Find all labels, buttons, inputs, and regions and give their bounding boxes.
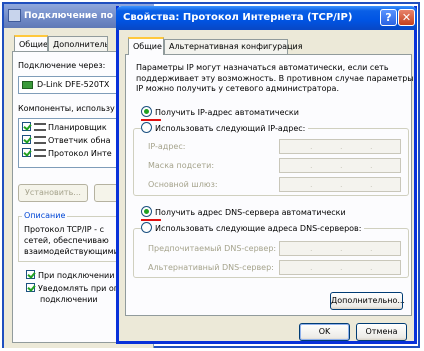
ip-separator: . [370,161,373,170]
description-text: Протокол TCP/IP - с сетей, обеспечиваю в… [24,224,119,257]
ip-auto-radio[interactable] [141,106,152,117]
ip-separator: . [310,263,313,272]
dns-auto-label: Получить адрес DNS-сервера автоматически [155,208,346,217]
ip-separator: . [310,244,313,253]
ip-auto-option[interactable]: Получить IP-адрес автоматически [141,106,299,119]
list-item[interactable]: Протокол Инте [22,148,112,160]
notify-checkbox[interactable] [26,283,35,292]
ip-separator: . [370,180,373,189]
dns-manual-option[interactable]: Использовать следующие адреса DNS-сервер… [141,222,365,235]
component-label: Протокол Инте [48,149,112,158]
tab-general[interactable]: Общие [128,37,164,55]
default-gateway-field[interactable]: ... [279,177,401,192]
dialog-title: Свойства: Протокол Интернета (TCP/IP) [123,12,353,23]
network-service-icon [34,136,46,144]
ip-separator: . [310,142,313,151]
ip-separator: . [340,244,343,253]
notify-label-continued: подключении [40,295,98,304]
ip-separator: . [340,142,343,151]
tab-alternate-config[interactable]: Альтернативная конфигурация [164,39,303,54]
show-icon-checkbox[interactable] [26,270,35,279]
component-checkbox[interactable] [22,122,31,131]
dns-manual-radio[interactable] [141,222,152,233]
ip-separator: . [340,161,343,170]
network-adapter-icon [22,81,33,89]
highlight-underline [141,119,161,121]
network-connection-icon [8,9,21,22]
advanced-button[interactable]: Дополнительно... [330,292,405,310]
ip-separator: . [310,161,313,170]
preferred-dns-label: Предпочитаемый DNS-сервер: [148,244,277,253]
show-icon-label: При подключении вы [38,271,129,280]
help-icon[interactable]: ? [380,9,397,26]
connect-using-label: Подключение через: [18,61,106,70]
intro-text: Параметры IP могут назначаться автоматич… [136,63,414,95]
default-gateway-label: Основной шлюз: [148,180,218,189]
back-tab-general[interactable]: Общие [14,35,48,52]
intro-line: поддерживает эту возможность. В противно… [136,73,414,83]
dialog-titlebar[interactable]: Свойства: Протокол Интернета (TCP/IP) ? … [116,6,417,30]
components-label: Компоненты, использу [18,104,115,113]
ip-separator: . [340,180,343,189]
ip-address-label: IP-адрес: [148,142,186,151]
ip-separator: . [310,180,313,189]
component-label: Планировщик [48,123,107,132]
alternate-dns-label: Альтернативный DNS-сервер: [148,263,274,272]
ip-auto-label: Получить IP-адрес автоматически [155,108,299,117]
component-checkbox[interactable] [22,148,31,157]
ip-manual-label: Использовать следующий IP-адрес: [155,124,306,133]
back-window-title: Подключение по л [24,11,123,21]
ip-separator: . [370,244,373,253]
network-protocol-icon [34,149,46,157]
install-button[interactable]: Установить... [18,184,88,202]
alternate-dns-field[interactable]: ... [279,260,401,275]
description-legend: Описание [22,210,68,222]
subnet-mask-label: Маска подсети: [148,161,215,170]
intro-line: Параметры IP могут назначаться автоматич… [136,63,389,72]
ok-button[interactable]: OK [299,323,350,341]
cancel-button[interactable]: Отмена [356,323,407,341]
description-line: сетей, обеспечиваю [24,236,109,245]
list-item[interactable]: Ответчик обна [22,135,111,147]
highlight-underline [141,219,161,221]
intro-line: IP можно получить у сетевого администрат… [136,84,339,93]
description-line: Протокол TCP/IP - с [24,225,105,234]
ip-separator: . [340,263,343,272]
adapter-name: D-Link DFE-520TX [37,80,110,89]
tcpip-properties-dialog: Свойства: Протокол Интернета (TCP/IP) ? … [116,6,417,344]
notify-label: Уведомлять при огр [38,284,124,293]
back-tab-advanced[interactable]: Дополнитель [48,36,108,52]
component-label: Ответчик обна [48,136,111,145]
description-line: взаимодействующими [24,247,119,256]
ip-manual-option[interactable]: Использовать следующий IP-адрес: [141,122,309,135]
ip-address-field[interactable]: ... [279,139,401,154]
ip-separator: . [370,142,373,151]
close-icon[interactable]: ✕ [398,9,415,26]
dns-manual-label: Использовать следующие адреса DNS-сервер… [155,224,362,233]
list-item[interactable]: Планировщик [22,122,107,134]
subnet-mask-field[interactable]: ... [279,158,401,173]
screenshot-frame: Подключение по л Общие Дополнитель Подкл… [2,2,420,348]
preferred-dns-field[interactable]: ... [279,241,401,256]
dns-auto-option[interactable]: Получить адрес DNS-сервера автоматически [141,206,346,219]
dns-auto-radio[interactable] [141,206,152,217]
ip-separator: . [370,263,373,272]
ip-manual-radio[interactable] [141,122,152,133]
component-checkbox[interactable] [22,135,31,144]
network-service-icon [34,123,46,131]
